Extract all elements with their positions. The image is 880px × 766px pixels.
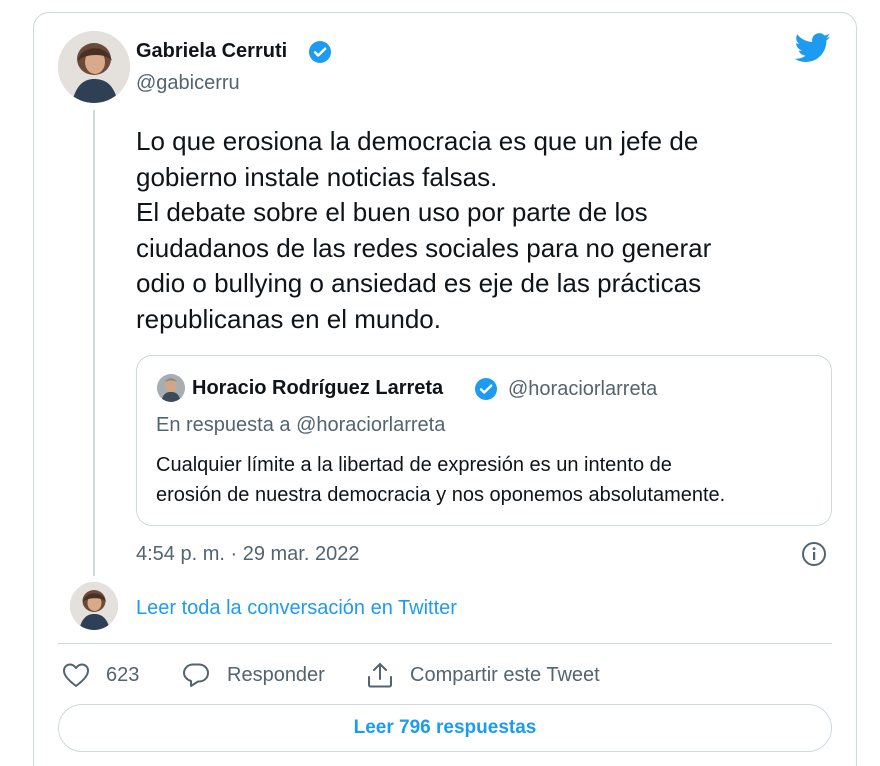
verified-badge-icon: [308, 40, 332, 64]
tweet-timestamp[interactable]: 4:54 p. m. · 29 mar. 2022: [136, 543, 359, 566]
reply-button[interactable]: Responder: [182, 660, 325, 690]
quoted-tweet-text: Cualquier límite a la libertad de expres…: [156, 454, 726, 506]
quoted-author-avatar: [157, 374, 185, 402]
twitter-bird-icon[interactable]: [795, 33, 831, 63]
like-button[interactable]: 623: [62, 660, 139, 690]
author-avatar-small[interactable]: [70, 582, 118, 630]
read-replies-button[interactable]: Leer 796 respuestas: [58, 704, 832, 752]
author-avatar[interactable]: [58, 31, 130, 103]
reply-label: Responder: [227, 663, 325, 686]
author-handle[interactable]: @gabicerru: [136, 72, 240, 95]
verified-badge-icon: [474, 377, 498, 401]
divider: [58, 643, 832, 644]
quoted-author-handle: @horaciorlarreta: [508, 378, 658, 400]
quoted-author-name: Horacio Rodríguez Larreta: [192, 377, 444, 399]
heart-icon: [62, 662, 90, 688]
reply-bubble-icon: [182, 662, 210, 688]
tweet-text: Lo que erosiona la democracia es que un …: [136, 126, 712, 334]
info-icon[interactable]: [801, 541, 827, 567]
share-label: Compartir este Tweet: [410, 663, 600, 686]
quoted-reply-context: En respuesta a @horaciorlarreta: [156, 414, 446, 436]
share-icon: [366, 661, 394, 689]
read-conversation-link[interactable]: Leer toda la conversación en Twitter: [136, 597, 457, 620]
like-count: 623: [106, 663, 140, 686]
thread-line: [93, 110, 95, 576]
share-button[interactable]: Compartir este Tweet: [366, 660, 600, 690]
author-name[interactable]: Gabriela Cerruti: [136, 40, 287, 63]
